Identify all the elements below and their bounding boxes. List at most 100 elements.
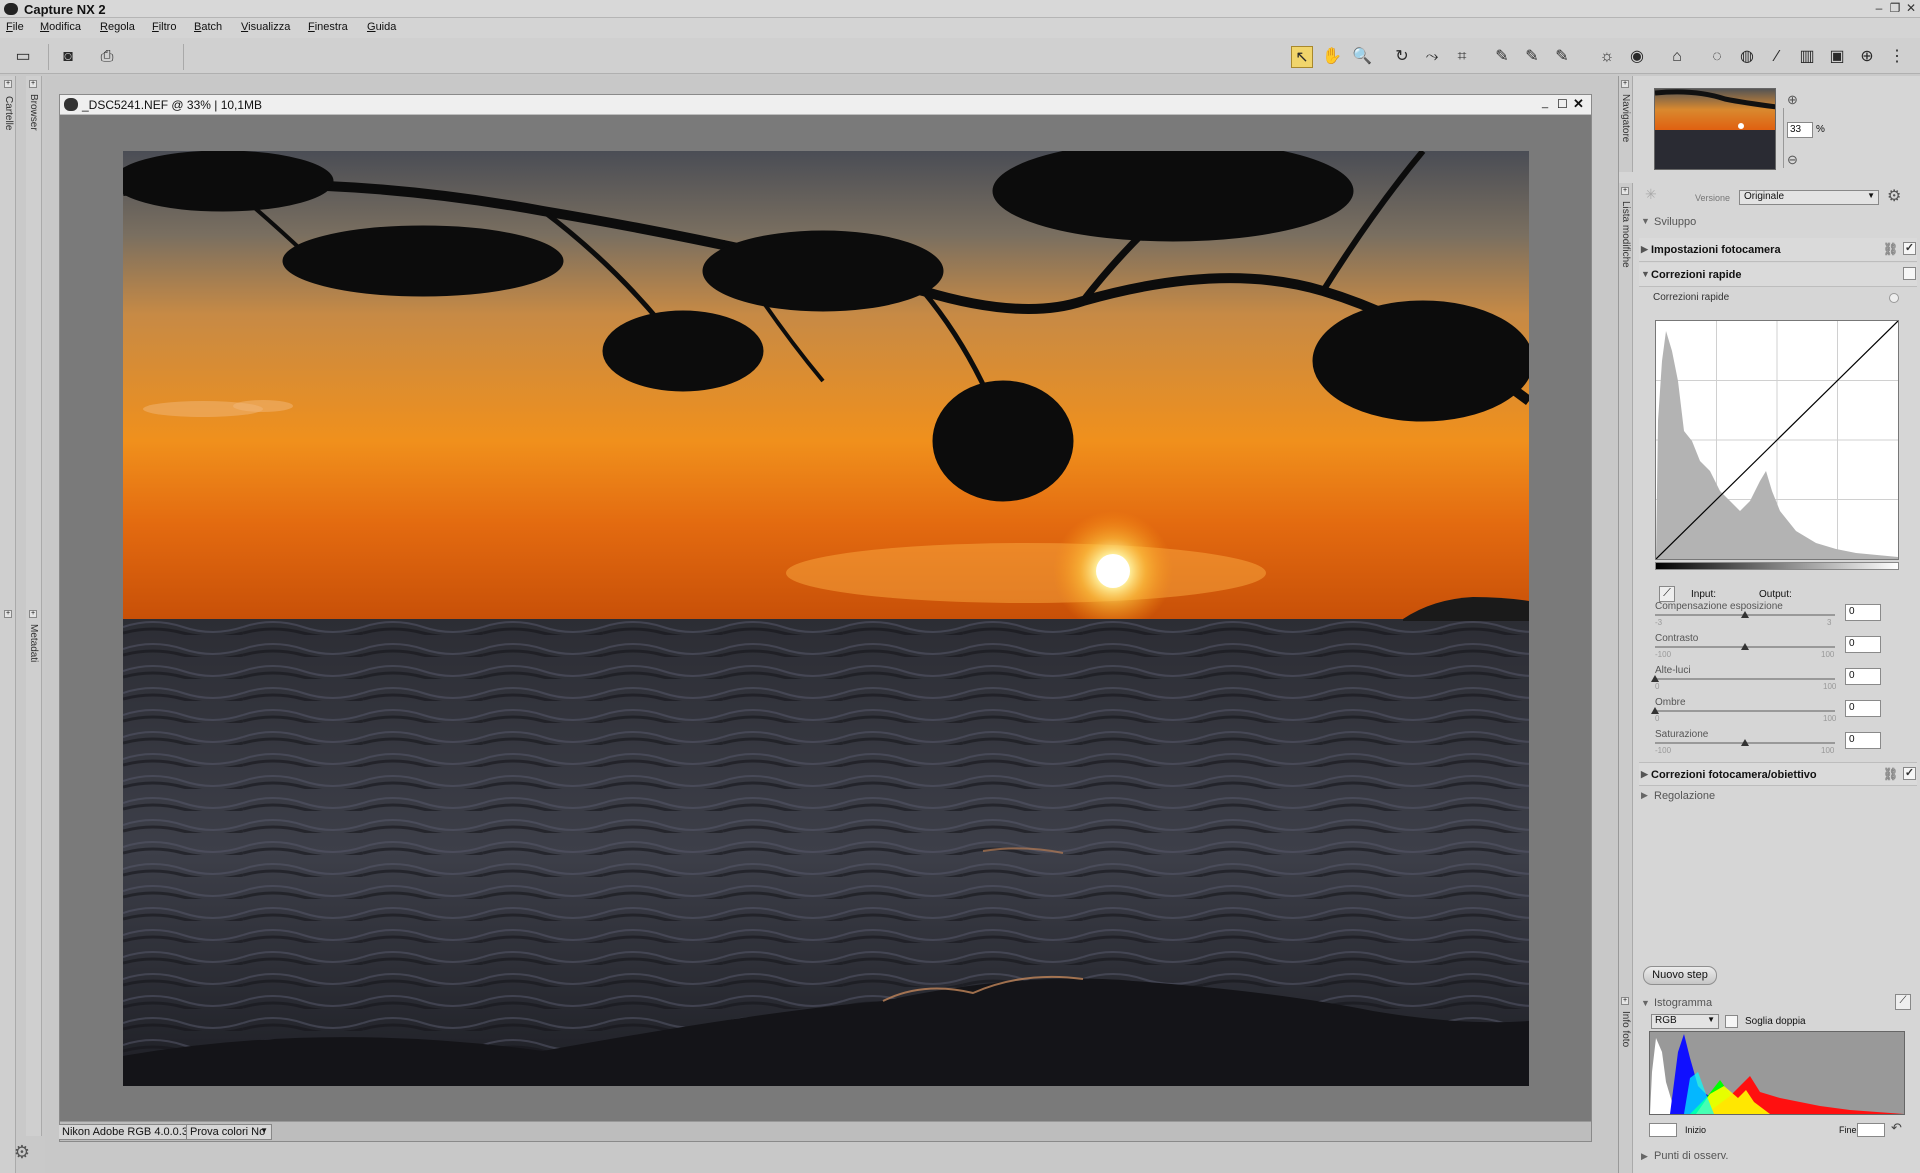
slider-thumb[interactable]	[1741, 739, 1749, 746]
toolbar-more-icon[interactable]: ⋮	[1886, 46, 1908, 68]
photo-canvas[interactable]	[123, 151, 1529, 1086]
menu-batch[interactable]: Batch	[194, 21, 222, 33]
chevron-down-icon: ▼	[1867, 191, 1875, 200]
right-panel: + Navigatore ⊕ 33 % ⊖ + Lista modifiche …	[1618, 76, 1920, 1173]
curve-edit-icon[interactable]: ⟋	[1659, 586, 1675, 602]
slider-thumb[interactable]	[1741, 611, 1749, 618]
zoom-in-icon[interactable]: ⊕	[1787, 92, 1798, 108]
quick-fix-checkbox[interactable]	[1903, 267, 1916, 280]
adjust-header[interactable]: Regolazione	[1654, 790, 1715, 802]
start-value-field[interactable]	[1649, 1123, 1677, 1137]
curves-graph[interactable]	[1655, 320, 1899, 560]
menu-guida[interactable]: Guida	[367, 21, 396, 33]
direct-select-icon[interactable]: ↖	[1291, 46, 1313, 68]
end-value-field[interactable]	[1857, 1123, 1885, 1137]
saturation-value-field[interactable]: 0	[1845, 732, 1881, 749]
gear-icon[interactable]: ⚙	[1887, 186, 1901, 206]
black-point-icon[interactable]: ✎	[1491, 46, 1513, 68]
menu-filtro[interactable]: Filtro	[152, 21, 176, 33]
slider-thumb[interactable]	[1651, 675, 1659, 682]
highlights-value-field[interactable]: 0	[1845, 668, 1881, 685]
zoom-slider-track[interactable]	[1783, 108, 1784, 168]
panel-toggle-icon[interactable]: +	[4, 80, 12, 88]
navigator-thumbnail[interactable]	[1654, 88, 1776, 170]
watch-points-header[interactable]: Punti di osserv.	[1654, 1150, 1728, 1162]
menu-finestra[interactable]: Finestra	[308, 21, 348, 33]
rotate-icon[interactable]: ↻	[1391, 46, 1413, 68]
lasso-icon[interactable]: ◌	[1706, 46, 1728, 68]
metadata-tab[interactable]: Metadati	[28, 624, 39, 662]
camera-lens-step[interactable]: ▶ Correzioni fotocamera/obiettivo ⛓ ✓	[1639, 762, 1917, 786]
slider-shadows[interactable]: Ombre 0 100 0	[1619, 697, 1919, 723]
folders-tab[interactable]: Cartelle	[3, 96, 14, 130]
neutral-point-icon[interactable]: ✎	[1521, 46, 1543, 68]
panel-toggle-icon[interactable]: +	[1621, 80, 1629, 88]
white-point-icon[interactable]: ✎	[1551, 46, 1573, 68]
gradient-selection-icon[interactable]: ▥	[1796, 46, 1818, 68]
slider-exposure[interactable]: Compensazione esposizione -3 3 0	[1619, 601, 1919, 627]
minimize-icon[interactable]: –	[1872, 2, 1886, 15]
quick-fix-step[interactable]: ▼ Correzioni rapide	[1639, 263, 1917, 287]
slider-contrast[interactable]: Contrasto -100 100 0	[1619, 633, 1919, 659]
photo-info-tab[interactable]: Info foto	[1620, 1011, 1631, 1047]
panel-toggle-icon[interactable]: +	[1621, 187, 1629, 195]
layout-icon[interactable]: ▭	[12, 46, 34, 68]
rgb-histogram[interactable]	[1649, 1031, 1905, 1115]
navigator-tab[interactable]: Navigatore	[1620, 94, 1631, 142]
zoom-value-field[interactable]: 33	[1787, 122, 1813, 138]
camera-lens-checkbox[interactable]: ✓	[1903, 767, 1916, 780]
selection-control-icon[interactable]: ⊕	[1856, 46, 1878, 68]
straighten-icon[interactable]: ⤳	[1421, 46, 1443, 68]
contrast-value-field[interactable]: 0	[1845, 636, 1881, 653]
exposure-value-field[interactable]: 0	[1845, 604, 1881, 621]
version-dropdown[interactable]: Originale ▼	[1739, 190, 1879, 205]
zoom-icon[interactable]: 🔍	[1351, 46, 1373, 68]
edit-list-tab[interactable]: Lista modifiche	[1620, 201, 1631, 268]
print-icon[interactable]: ⎙	[96, 46, 118, 68]
doc-close-icon[interactable]: ✕	[1573, 96, 1584, 112]
new-step-button[interactable]: Nuovo step	[1643, 966, 1717, 985]
hand-icon[interactable]: ✋	[1321, 46, 1343, 68]
crop-icon[interactable]: ⌗	[1451, 46, 1473, 68]
softproof-dropdown[interactable]: Prova colori No ▼	[186, 1124, 272, 1140]
undo-icon[interactable]: ↶	[1891, 1120, 1902, 1136]
brush-selection-icon[interactable]: ⁄	[1766, 46, 1788, 68]
slider-saturation[interactable]: Saturazione -100 100 0	[1619, 729, 1919, 755]
nef-file-icon	[64, 98, 78, 111]
camera-settings-checkbox[interactable]: ✓	[1903, 242, 1916, 255]
browser-tab[interactable]: Browser	[28, 94, 39, 131]
doc-minimize-icon[interactable]: _	[1542, 97, 1548, 109]
camera-settings-step[interactable]: ▶ Impostazioni fotocamera ⛓ ✓	[1639, 238, 1917, 262]
panel-toggle-icon[interactable]: +	[29, 610, 37, 618]
histogram-edit-icon[interactable]: ⟋	[1895, 994, 1911, 1010]
reset-icon[interactable]	[1889, 293, 1899, 303]
redeye-icon[interactable]: ☼	[1596, 46, 1618, 68]
doc-maximize-icon[interactable]: ☐	[1557, 97, 1568, 111]
menu-modifica[interactable]: Modifica	[40, 21, 81, 33]
menu-visualizza[interactable]: Visualizza	[241, 21, 290, 33]
slider-thumb[interactable]	[1651, 707, 1659, 714]
restore-icon[interactable]: ❐	[1888, 2, 1902, 15]
camera-icon[interactable]: ◙	[57, 46, 79, 68]
slider-track[interactable]	[1655, 710, 1835, 712]
sviluppo-header[interactable]: Sviluppo	[1654, 216, 1696, 228]
close-icon[interactable]: ✕	[1904, 2, 1918, 15]
marquee-icon[interactable]: ◍	[1736, 46, 1758, 68]
histogram-header[interactable]: Istogramma	[1654, 997, 1712, 1009]
menu-regola[interactable]: Regola	[100, 21, 135, 33]
shadows-value-field[interactable]: 0	[1845, 700, 1881, 717]
panel-toggle-icon[interactable]: +	[4, 610, 12, 618]
eye-icon[interactable]: ◉	[1626, 46, 1648, 68]
double-threshold-checkbox[interactable]	[1725, 1015, 1738, 1028]
retouch-brush-icon[interactable]: ⌂	[1666, 46, 1688, 68]
channel-dropdown[interactable]: RGB ▼	[1651, 1014, 1719, 1029]
panel-toggle-icon[interactable]: +	[1621, 997, 1629, 1005]
panel-toggle-icon[interactable]: +	[29, 80, 37, 88]
settings-gear-icon[interactable]: ⚙	[0, 1142, 44, 1172]
zoom-out-icon[interactable]: ⊖	[1787, 152, 1798, 168]
fill-remove-icon[interactable]: ▣	[1826, 46, 1848, 68]
slider-track[interactable]	[1655, 678, 1835, 680]
slider-highlights[interactable]: Alte-luci 0 100 0	[1619, 665, 1919, 691]
menu-file[interactable]: File	[6, 21, 24, 33]
slider-thumb[interactable]	[1741, 643, 1749, 650]
